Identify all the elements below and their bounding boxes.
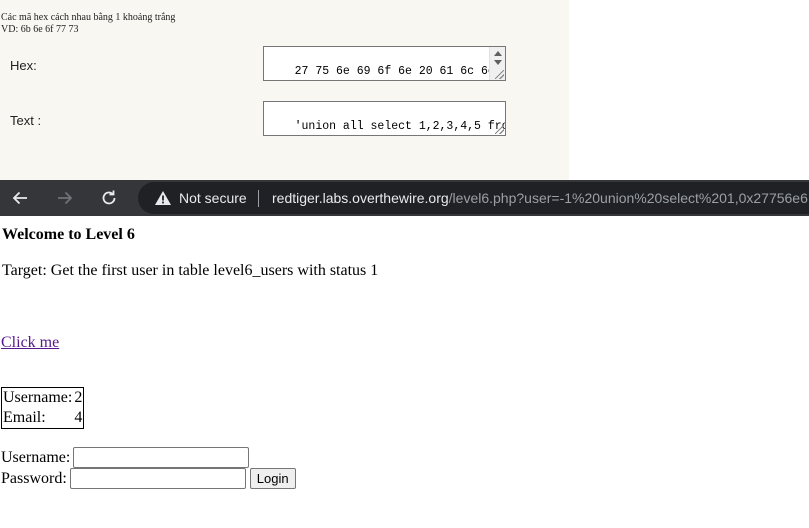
table-row: Username: 2 (2, 388, 83, 408)
text-label: Text : (10, 113, 42, 128)
login-button[interactable]: Login (249, 468, 296, 489)
password-input[interactable] (69, 468, 246, 489)
address-bar[interactable]: Not secure redtiger.labs.overthewire.org… (138, 182, 809, 214)
url-host: redtiger.labs.overthewire.org (272, 190, 449, 206)
hex-converter-panel: Các mã hex cách nhau bằng 1 khoảng trắng… (0, 0, 569, 180)
back-arrow-icon (12, 191, 27, 205)
hex-textarea[interactable]: 27 75 6e 69 6f 6e 20 61 6c 6c 20 73 65 6… (263, 46, 506, 81)
forward-button[interactable] (51, 186, 79, 210)
username-result-value: 2 (74, 389, 83, 406)
text-textarea[interactable]: 'union all select 1,2,3,4,5 from level6_… (263, 101, 506, 136)
browser-toolbar: Not secure redtiger.labs.overthewire.org… (0, 180, 809, 216)
hex-textarea-value: 27 75 6e 69 6f 6e 20 61 6c 6c 20 73 65 6… (294, 65, 495, 78)
reload-button[interactable] (95, 186, 123, 210)
not-secure-label[interactable]: Not secure (179, 190, 247, 206)
hint-text: Các mã hex cách nhau bằng 1 khoảng trắng… (1, 12, 175, 36)
scroll-down-arrow-icon[interactable] (494, 60, 502, 65)
email-result-value: 4 (74, 409, 83, 426)
hint-line-2: VD: 6b 6e 6f 77 73 (1, 24, 79, 35)
forward-arrow-icon (58, 191, 73, 205)
resize-grip-icon[interactable] (495, 70, 504, 79)
target-text: Target: Get the first user in table leve… (2, 262, 379, 279)
reload-icon (102, 190, 116, 205)
hint-line-1: Các mã hex cách nhau bằng 1 khoảng trắng (1, 12, 176, 23)
page-title: Welcome to Level 6 (2, 226, 135, 243)
resize-grip-icon[interactable] (495, 125, 504, 134)
username-label: Username: (1, 448, 71, 466)
username-result-label: Username: (3, 389, 73, 406)
scroll-up-arrow-icon[interactable] (494, 51, 502, 56)
click-me-link[interactable]: Click me (1, 334, 59, 352)
username-input[interactable] (73, 447, 250, 468)
result-table: Username: 2 Email: 4 (1, 387, 85, 429)
password-row: Password: Login (1, 468, 296, 489)
hex-label: Hex: (10, 58, 37, 73)
table-row: Email: 4 (2, 408, 83, 428)
password-label: Password: (1, 469, 67, 487)
username-row: Username: (1, 447, 250, 468)
back-button[interactable] (6, 186, 34, 210)
page-content: Welcome to Level 6 Target: Get the first… (0, 216, 809, 528)
warning-icon[interactable] (154, 190, 172, 206)
address-divider (258, 190, 259, 207)
url-text[interactable]: redtiger.labs.overthewire.org/level6.php… (272, 190, 808, 206)
email-result-label: Email: (3, 409, 46, 426)
text-textarea-value: 'union all select 1,2,3,4,5 from level6_… (294, 120, 505, 133)
url-path: /level6.php?user=-1%20union%20select%201… (448, 190, 808, 206)
